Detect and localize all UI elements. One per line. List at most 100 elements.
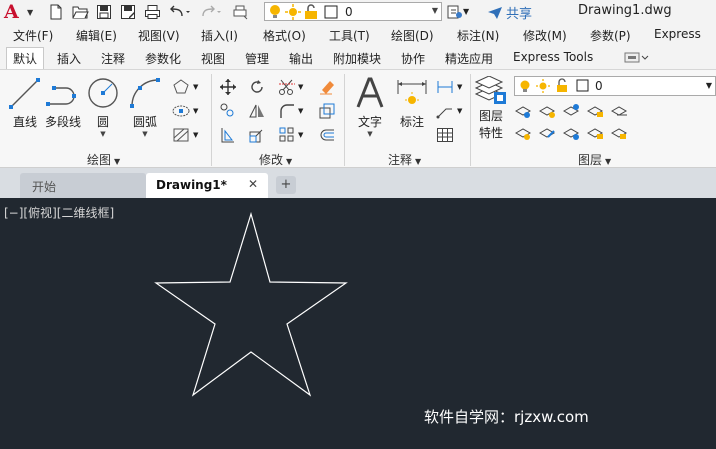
line-icon [9,78,40,109]
offset-icon[interactable] [318,126,336,144]
chevron-down-icon[interactable]: ▼ [367,130,372,138]
star-shape[interactable] [154,211,348,397]
menu-insert[interactable]: 插入(I) [201,27,238,44]
print-icon[interactable] [143,3,161,21]
new-file-icon[interactable] [47,3,65,21]
polygon-icon[interactable] [172,78,190,96]
ribbon-tab-bar: 默认 插入 注释 参数化 视图 管理 输出 附加模块 协作 精选应用 Expre… [0,47,716,69]
tab-collaborate[interactable]: 协作 [401,50,425,67]
plot-icon[interactable] [231,3,249,21]
send-icon [488,6,502,19]
text-tool[interactable]: 文字 ▼ [355,76,385,138]
text-icon [356,77,384,108]
chevron-down-icon: ▼ [415,157,422,166]
chevron-down-icon[interactable]: ▼ [457,83,462,91]
menu-tools[interactable]: 工具(T) [329,27,370,44]
close-icon[interactable]: ✕ [248,177,258,191]
menu-file[interactable]: 文件(F) [13,27,53,44]
scale-icon[interactable] [248,126,266,144]
chevron-down-icon[interactable]: ▼ [193,131,198,139]
tab-addins[interactable]: 附加模块 [333,50,381,67]
chevron-down-icon[interactable]: ▼ [457,107,462,115]
hatch-icon[interactable] [172,126,190,144]
trim-icon[interactable] [278,78,296,96]
linear-dimension-icon[interactable] [436,78,454,96]
menu-bar: 文件(F) 编辑(E) 视图(V) 插入(I) 格式(O) 工具(T) 绘图(D… [0,24,716,45]
layer-state-dropdown[interactable]: 0 ▼ [514,76,716,96]
line-tool[interactable]: 直线 [8,76,42,130]
share-button[interactable]: 共享 [487,3,532,22]
tab-express-tools[interactable]: Express Tools [513,50,593,64]
table-icon[interactable] [436,126,454,144]
tab-annotate[interactable]: 注释 [101,50,125,67]
menu-express[interactable]: Express [654,27,701,41]
chevron-down-icon[interactable]: ▼ [27,8,33,17]
tab-manage[interactable]: 管理 [245,50,269,67]
array-icon[interactable] [278,126,296,144]
tab-parametric[interactable]: 参数化 [145,50,181,67]
menu-format[interactable]: 格式(O) [263,27,306,44]
menu-modify[interactable]: 修改(M) [523,27,567,44]
text-tool-label: 文字 [357,115,382,129]
tab-output[interactable]: 输出 [289,50,313,67]
ellipse-icon[interactable] [172,102,190,120]
layer-properties-tool[interactable]: 图层 特性 [474,76,508,141]
explode-icon[interactable] [318,102,336,120]
drawing-canvas[interactable]: [−][俯视][二维线框] 软件自学网：rjzxw.com [0,198,716,449]
move-icon[interactable] [219,78,237,96]
undo-icon[interactable] [167,3,193,21]
tab-default[interactable]: 默认 [6,47,45,69]
tab-view[interactable]: 视图 [201,50,225,67]
mirror-icon[interactable] [248,102,266,120]
panel-layers-title[interactable]: 图层 ▼ [578,151,611,168]
color-swatch-icon [322,3,340,21]
chevron-down-icon[interactable]: ▼ [142,130,147,138]
chevron-down-icon[interactable]: ▼ [463,7,469,16]
panel-annotation-title[interactable]: 注释 ▼ [388,151,421,168]
tab-drawing1-label: Drawing1* [156,178,227,192]
ribbon-minimize-button[interactable] [624,51,650,65]
app-menu-button[interactable]: A [4,2,26,22]
layer-value: 0 [345,4,353,19]
circle-tool[interactable]: 圆 ▼ [86,76,120,138]
menu-draw[interactable]: 绘图(D) [391,27,434,44]
fillet-icon[interactable] [278,102,296,120]
chevron-down-icon[interactable]: ▼ [193,83,198,91]
menu-edit[interactable]: 编辑(E) [76,27,117,44]
rotate-icon[interactable] [248,78,266,96]
new-tab-button[interactable]: + [276,176,296,194]
chevron-down-icon[interactable]: ▼ [298,131,303,139]
redo-icon[interactable] [199,3,225,21]
save-icon[interactable] [95,3,113,21]
erase-icon[interactable] [318,78,336,96]
match-layer-icon[interactable] [446,3,464,21]
tab-start[interactable]: 开始 [20,173,146,198]
chevron-down-icon[interactable]: ▼ [100,130,105,138]
menu-dimension[interactable]: 标注(N) [457,27,499,44]
chevron-down-icon[interactable]: ▼ [298,107,303,115]
share-label: 共享 [506,7,533,22]
tab-drawing1[interactable]: Drawing1* ✕ [146,173,268,198]
panel-divider [211,74,212,166]
save-as-icon[interactable] [119,3,137,21]
tab-insert[interactable]: 插入 [57,50,81,67]
quick-access-toolbar: A ▼ 0 ▼ ▼ 共享 Drawing1.dwg [0,0,716,24]
copy-icon[interactable] [219,102,237,120]
chevron-down-icon[interactable]: ▼ [298,83,303,91]
polyline-tool[interactable]: 多段线 [44,76,82,130]
layer-properties-icon [474,76,506,104]
stretch-icon[interactable] [219,126,237,144]
tab-featured-apps[interactable]: 精选应用 [445,50,493,67]
arc-tool[interactable]: 圆弧 ▼ [128,76,162,138]
open-folder-icon[interactable] [71,3,89,21]
drawing-area [154,211,348,397]
panel-draw-title[interactable]: 绘图 ▼ [87,151,120,168]
chevron-down-icon[interactable]: ▼ [193,107,198,115]
circle-icon [88,78,118,108]
panel-modify-title[interactable]: 修改 ▼ [259,151,292,168]
layer-tools-icons[interactable] [514,101,634,147]
dimension-tool[interactable]: 标注 [396,76,428,130]
leader-icon[interactable] [436,102,454,120]
menu-view[interactable]: 视图(V) [138,27,180,44]
menu-parametric[interactable]: 参数(P) [590,27,631,44]
